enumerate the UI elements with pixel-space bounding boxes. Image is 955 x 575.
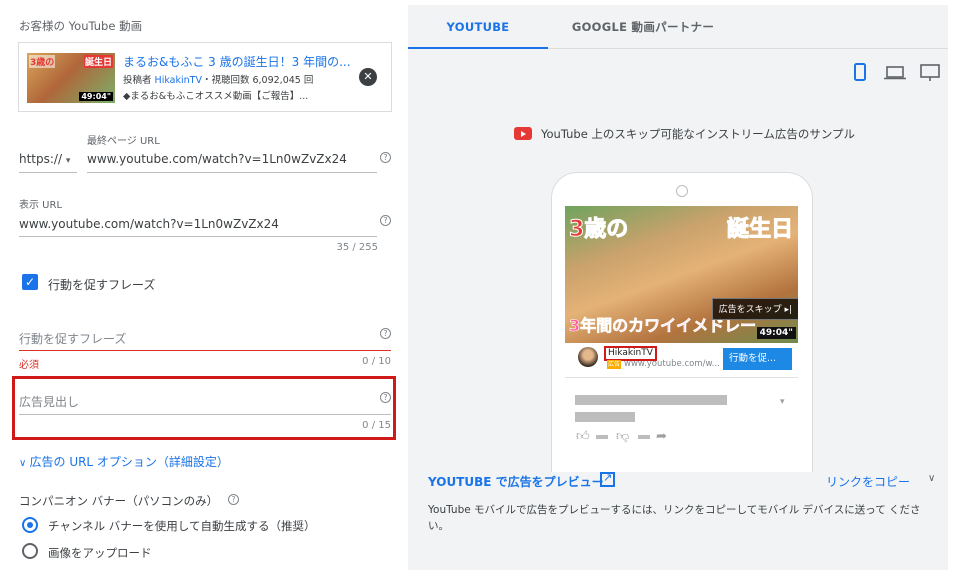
chevron-down-icon: ▾ <box>780 397 785 407</box>
tab-google-video-partners[interactable]: GOOGLE 動画パートナー <box>558 5 728 49</box>
chevron-down-icon: ▾ <box>65 156 71 166</box>
placeholder-bar <box>575 412 635 422</box>
laptop-icon[interactable] <box>884 66 906 80</box>
youtube-logo-icon <box>514 127 532 140</box>
video-thumbnail: 3歳の 誕生日 49:04" <box>27 53 115 103</box>
external-link-icon[interactable] <box>600 471 615 487</box>
placeholder-bar <box>596 435 608 439</box>
protocol-value: https:// <box>19 152 63 166</box>
url-options-toggle[interactable]: ∨ 広告の URL オプション（詳細設定） <box>19 453 229 470</box>
video-section-label: お客様の YouTube 動画 <box>19 19 143 33</box>
ad-preview-panel: YOUTUBE GOOGLE 動画パートナー YouTube 上のスキップ可能な… <box>408 5 948 570</box>
mobile-icon[interactable] <box>854 63 866 81</box>
final-url-underline <box>87 172 377 173</box>
dislike-icon: 👎︎ <box>616 429 630 444</box>
ad-video-frame[interactable]: 3歳の 誕生日 3年間のカワイイメドレー 広告をスキップ ▸| 49:04" <box>565 206 798 343</box>
help-icon[interactable]: ? <box>380 328 391 339</box>
video-channel-link[interactable]: HikakinTV <box>155 75 202 86</box>
thumb-duration: 49:04" <box>79 92 113 101</box>
cta-counter: 0 / 10 <box>362 356 391 367</box>
remove-video-icon[interactable]: ✕ <box>359 68 377 86</box>
thumb-text-left: 3歳の <box>29 55 56 68</box>
protocol-underline <box>19 172 77 173</box>
ad-duration: 49:04" <box>756 327 796 339</box>
chevron-down-icon: ∨ <box>19 458 30 469</box>
cta-input[interactable]: 行動を促すフレーズ <box>19 330 126 347</box>
help-icon[interactable]: ? <box>380 392 391 403</box>
video-description: ◆まるお&もふこオススメ動画【ご報告】... <box>123 91 309 102</box>
ad-display-url: www.youtube.com/w... <box>624 359 720 369</box>
phone-divider <box>565 377 798 378</box>
ad-editor: お客様の YouTube 動画 3歳の 誕生日 49:04" まるお&もふこ 3… <box>0 0 955 575</box>
like-icon: 👍︎ <box>576 429 590 444</box>
ad-form-panel: お客様の YouTube 動画 3歳の 誕生日 49:04" まるお&もふこ 3… <box>0 0 400 575</box>
headline-underline <box>19 414 391 415</box>
help-icon[interactable]: ? <box>228 494 239 505</box>
preview-tabs: YOUTUBE GOOGLE 動画パートナー <box>408 5 948 49</box>
placeholder-bar <box>575 395 727 405</box>
cta-underline <box>19 350 391 351</box>
video-views: ・視聴回数 6,092,045 回 <box>201 75 314 86</box>
video-title[interactable]: まるお&もふこ 3 歳の誕生日！3 年間の... <box>123 53 351 70</box>
protocol-select[interactable]: https:// ▾ <box>19 152 70 166</box>
selected-video-card[interactable]: 3歳の 誕生日 49:04" まるお&もふこ 3 歳の誕生日！3 年間の... … <box>18 42 392 112</box>
skip-ad-button[interactable]: 広告をスキップ ▸| <box>711 298 798 320</box>
cta-checkbox[interactable]: ✓ <box>22 274 38 290</box>
display-url-input[interactable]: www.youtube.com/watch?v=1Ln0wZvZx24 <box>19 217 279 231</box>
cta-checkbox-label: 行動を促すフレーズ <box>48 278 156 292</box>
video-meta: 投稿者 HikakinTV・視聴回数 6,092,045 回 <box>123 72 313 86</box>
final-url-input[interactable]: www.youtube.com/watch?v=1Ln0wZvZx24 <box>87 152 347 166</box>
ad-badge: 広告 <box>607 360 621 369</box>
copy-link-button[interactable]: リンクをコピー <box>826 473 910 490</box>
preview-on-youtube-link[interactable]: YOUTUBE で広告をプレビュー <box>428 473 604 490</box>
help-icon[interactable]: ? <box>380 215 391 226</box>
thumb-text-right: 誕生日 <box>83 55 113 68</box>
placeholder-bar <box>638 435 650 439</box>
display-url-label: 表示 URL <box>19 200 63 211</box>
headline-counter: 0 / 15 <box>362 420 391 431</box>
tab-youtube[interactable]: YOUTUBE <box>408 5 548 49</box>
url-options-label: 広告の URL オプション（詳細設定） <box>29 455 229 469</box>
headline-input[interactable]: 広告見出し <box>19 393 79 410</box>
ad-video-text-right: 誕生日 <box>726 217 793 243</box>
radio-auto-generate[interactable] <box>22 517 38 533</box>
cta-required-text: 必須 <box>19 360 39 371</box>
final-url-label: 最終ページ URL <box>87 136 160 147</box>
desktop-icon[interactable] <box>920 64 940 82</box>
channel-avatar <box>578 347 598 367</box>
radio-upload-image-label: 画像をアップロード <box>48 546 152 560</box>
phone-preview: 3歳の 誕生日 3年間のカワイイメドレー 広告をスキップ ▸| 49:04" H… <box>551 172 813 472</box>
chevron-down-icon[interactable]: ∨ <box>928 473 935 484</box>
ad-video-text-left: 3歳の <box>568 217 629 243</box>
video-meta-prefix: 投稿者 <box>123 75 152 86</box>
ad-cta-button[interactable]: 行動を促... <box>723 348 792 370</box>
companion-banner-label: コンパニオン バナー（パソコンのみ） <box>19 494 219 508</box>
display-url-underline <box>19 236 377 237</box>
radio-upload-image[interactable] <box>22 543 38 559</box>
sample-caption: YouTube 上のスキップ可能なインストリーム広告のサンプル <box>541 127 855 141</box>
phone-camera-icon <box>676 185 688 197</box>
display-url-counter: 35 / 255 <box>336 242 378 253</box>
share-icon: ➦ <box>656 429 667 444</box>
help-icon[interactable]: ? <box>380 152 391 163</box>
radio-auto-generate-label: チャンネル バナーを使用して自動生成する（推奨） <box>48 519 316 533</box>
preview-note: YouTube モバイルで広告をプレビューするには、リンクをコピーしてモバイル … <box>428 504 921 532</box>
